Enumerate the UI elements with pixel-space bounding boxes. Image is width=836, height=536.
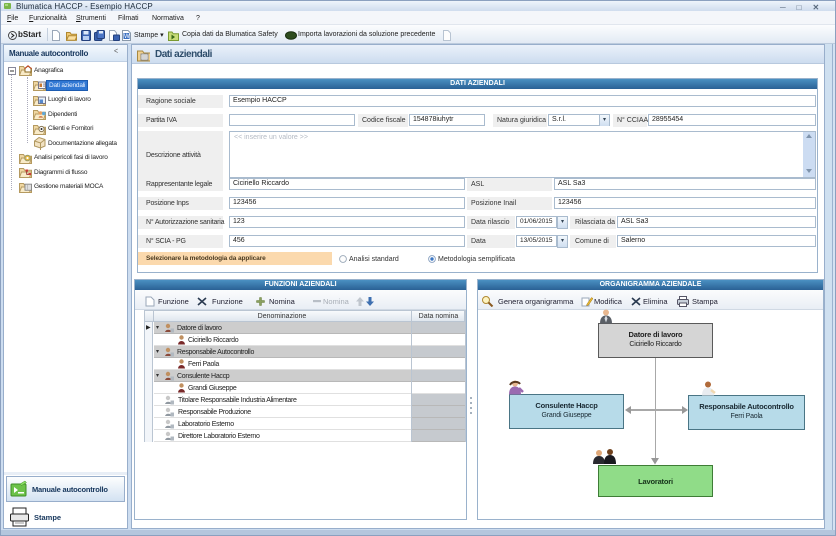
svg-text:W: W [124, 34, 130, 40]
